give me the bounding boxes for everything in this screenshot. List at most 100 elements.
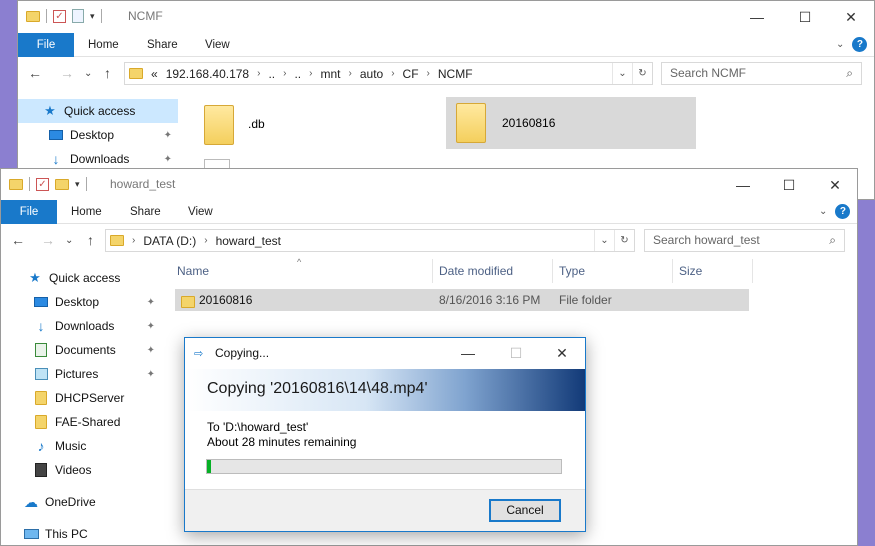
chevron-down-icon[interactable]: ▾ [75, 179, 80, 190]
nav-item-quick-access[interactable]: ★ Quick access [18, 99, 178, 123]
nav-item-quick-access[interactable]: ★ Quick access [1, 266, 161, 290]
time-remaining-text: About 28 minutes remaining [207, 435, 357, 449]
up-arrow-icon[interactable]: ↑ [87, 232, 94, 248]
minimize-button[interactable]: — [734, 1, 780, 33]
folder-icon [33, 391, 49, 405]
forward-arrow-icon[interactable]: → [60, 65, 74, 81]
nav-item-this-pc[interactable]: This PC [1, 522, 161, 545]
properties-icon[interactable]: ✓ [36, 177, 49, 191]
back-ribbon: File Home Share View ⌄ ? [18, 33, 874, 57]
tab-file[interactable]: File [1, 200, 57, 224]
close-button[interactable]: ✕ [828, 1, 874, 33]
tab-view[interactable]: View [205, 33, 230, 57]
front-nav-pane: ★ Quick access Desktop ✦ ↓ Downloads ✦ D… [1, 266, 161, 545]
address-segment[interactable]: CF [403, 67, 419, 81]
refresh-icon[interactable]: ↻ [614, 230, 634, 251]
expand-ribbon-icon[interactable]: ⌄ [836, 39, 844, 50]
cancel-button[interactable]: Cancel [489, 499, 561, 522]
chevron-down-icon[interactable]: ⌄ [594, 230, 614, 251]
pin-icon[interactable]: ✦ [164, 130, 172, 141]
folder-icon [9, 178, 23, 190]
pin-icon[interactable]: ✦ [147, 369, 155, 380]
chevron-right-icon[interactable]: › [132, 235, 135, 246]
address-segment[interactable]: .. [268, 67, 275, 81]
chevron-right-icon[interactable]: › [391, 68, 394, 79]
column-header-type[interactable]: Type [553, 259, 673, 283]
refresh-icon[interactable]: ↻ [632, 63, 652, 84]
minimize-button[interactable]: — [445, 338, 491, 368]
row-type: File folder [559, 293, 612, 307]
nav-item-desktop[interactable]: Desktop ✦ [1, 290, 161, 314]
pin-icon[interactable]: ✦ [147, 321, 155, 332]
chevron-down-icon[interactable]: ▾ [90, 11, 95, 22]
back-arrow-icon[interactable]: ← [28, 65, 42, 81]
address-segment[interactable]: NCMF [438, 67, 473, 81]
back-arrow-icon[interactable]: ← [11, 232, 25, 248]
back-address-bar[interactable]: « 192.168.40.178 › .. › .. › mnt › auto … [124, 62, 653, 85]
nav-item-label: Desktop [55, 295, 100, 309]
forward-arrow-icon[interactable]: → [41, 232, 55, 248]
front-address-bar[interactable]: › DATA (D:) › howard_test ⌄ ↻ [105, 229, 635, 252]
address-segment[interactable]: 192.168.40.178 [166, 67, 249, 81]
nav-item-pictures[interactable]: Pictures ✦ [1, 362, 161, 386]
back-window-title: NCMF [128, 9, 163, 23]
nav-item-documents[interactable]: Documents ✦ [1, 338, 161, 362]
nav-item-downloads[interactable]: ↓ Downloads ✦ [1, 314, 161, 338]
nav-item-onedrive[interactable]: ☁ OneDrive [1, 490, 161, 514]
nav-item-label: DHCPServer [55, 391, 125, 405]
address-segment[interactable]: mnt [320, 67, 340, 81]
address-segment[interactable]: « [151, 67, 158, 81]
chevron-right-icon[interactable]: › [283, 68, 286, 79]
pin-icon[interactable]: ✦ [147, 345, 155, 356]
search-input[interactable]: Search NCMF ⌕ [661, 62, 862, 85]
pin-icon[interactable]: ✦ [147, 297, 155, 308]
recent-dropdown-icon[interactable]: ⌄ [65, 235, 73, 246]
star-icon: ★ [29, 270, 41, 285]
nav-item-label: This PC [45, 527, 88, 541]
address-segment[interactable]: DATA (D:) [143, 234, 196, 248]
pin-icon[interactable]: ✦ [164, 154, 172, 165]
file-item[interactable]: .db [198, 101, 378, 147]
nav-item-desktop[interactable]: Desktop ✦ [18, 123, 178, 147]
maximize-button[interactable]: ☐ [766, 169, 812, 201]
address-segment[interactable]: auto [360, 67, 383, 81]
tab-share[interactable]: Share [130, 200, 161, 224]
help-icon[interactable]: ? [852, 37, 868, 52]
chevron-right-icon[interactable]: › [204, 235, 207, 246]
copy-icon: ⇨ [194, 348, 204, 360]
column-header-size[interactable]: Size [673, 259, 753, 283]
minimize-button[interactable]: — [720, 169, 766, 201]
help-icon[interactable]: ? [835, 204, 851, 219]
tab-home[interactable]: Home [71, 200, 102, 224]
tab-view[interactable]: View [188, 200, 213, 224]
chevron-right-icon[interactable]: › [309, 68, 312, 79]
recent-dropdown-icon[interactable]: ⌄ [84, 68, 92, 79]
tab-file[interactable]: File [18, 33, 74, 57]
maximize-button[interactable]: ☐ [782, 1, 828, 33]
nav-item-label: Pictures [55, 367, 99, 381]
file-item-selected[interactable]: 20160816 [446, 97, 696, 149]
chevron-right-icon[interactable]: › [257, 68, 260, 79]
search-input[interactable]: Search howard_test ⌕ [644, 229, 845, 252]
new-folder-icon[interactable] [55, 178, 69, 190]
tab-share[interactable]: Share [147, 33, 178, 57]
column-header-date[interactable]: Date modified [433, 259, 553, 283]
column-header-name[interactable]: Name [171, 259, 433, 283]
nav-item-music[interactable]: ♪ Music [1, 434, 161, 458]
tab-home[interactable]: Home [88, 33, 119, 57]
nav-item-fae-shared[interactable]: FAE-Shared [1, 410, 161, 434]
nav-item-dhcpserver[interactable]: DHCPServer [1, 386, 161, 410]
chevron-right-icon[interactable]: › [427, 68, 430, 79]
properties-icon[interactable]: ✓ [53, 9, 66, 23]
chevron-right-icon[interactable]: › [349, 68, 352, 79]
close-button[interactable]: ✕ [539, 338, 585, 368]
close-button[interactable]: ✕ [812, 169, 857, 201]
address-segment[interactable]: howard_test [216, 234, 281, 248]
new-folder-icon[interactable] [72, 9, 84, 23]
table-row[interactable]: 20160816 8/16/2016 3:16 PM File folder [175, 289, 749, 311]
nav-item-videos[interactable]: Videos [1, 458, 161, 482]
chevron-down-icon[interactable]: ⌄ [612, 63, 632, 84]
up-arrow-icon[interactable]: ↑ [104, 65, 111, 81]
address-segment[interactable]: .. [294, 67, 301, 81]
expand-ribbon-icon[interactable]: ⌄ [819, 206, 827, 217]
